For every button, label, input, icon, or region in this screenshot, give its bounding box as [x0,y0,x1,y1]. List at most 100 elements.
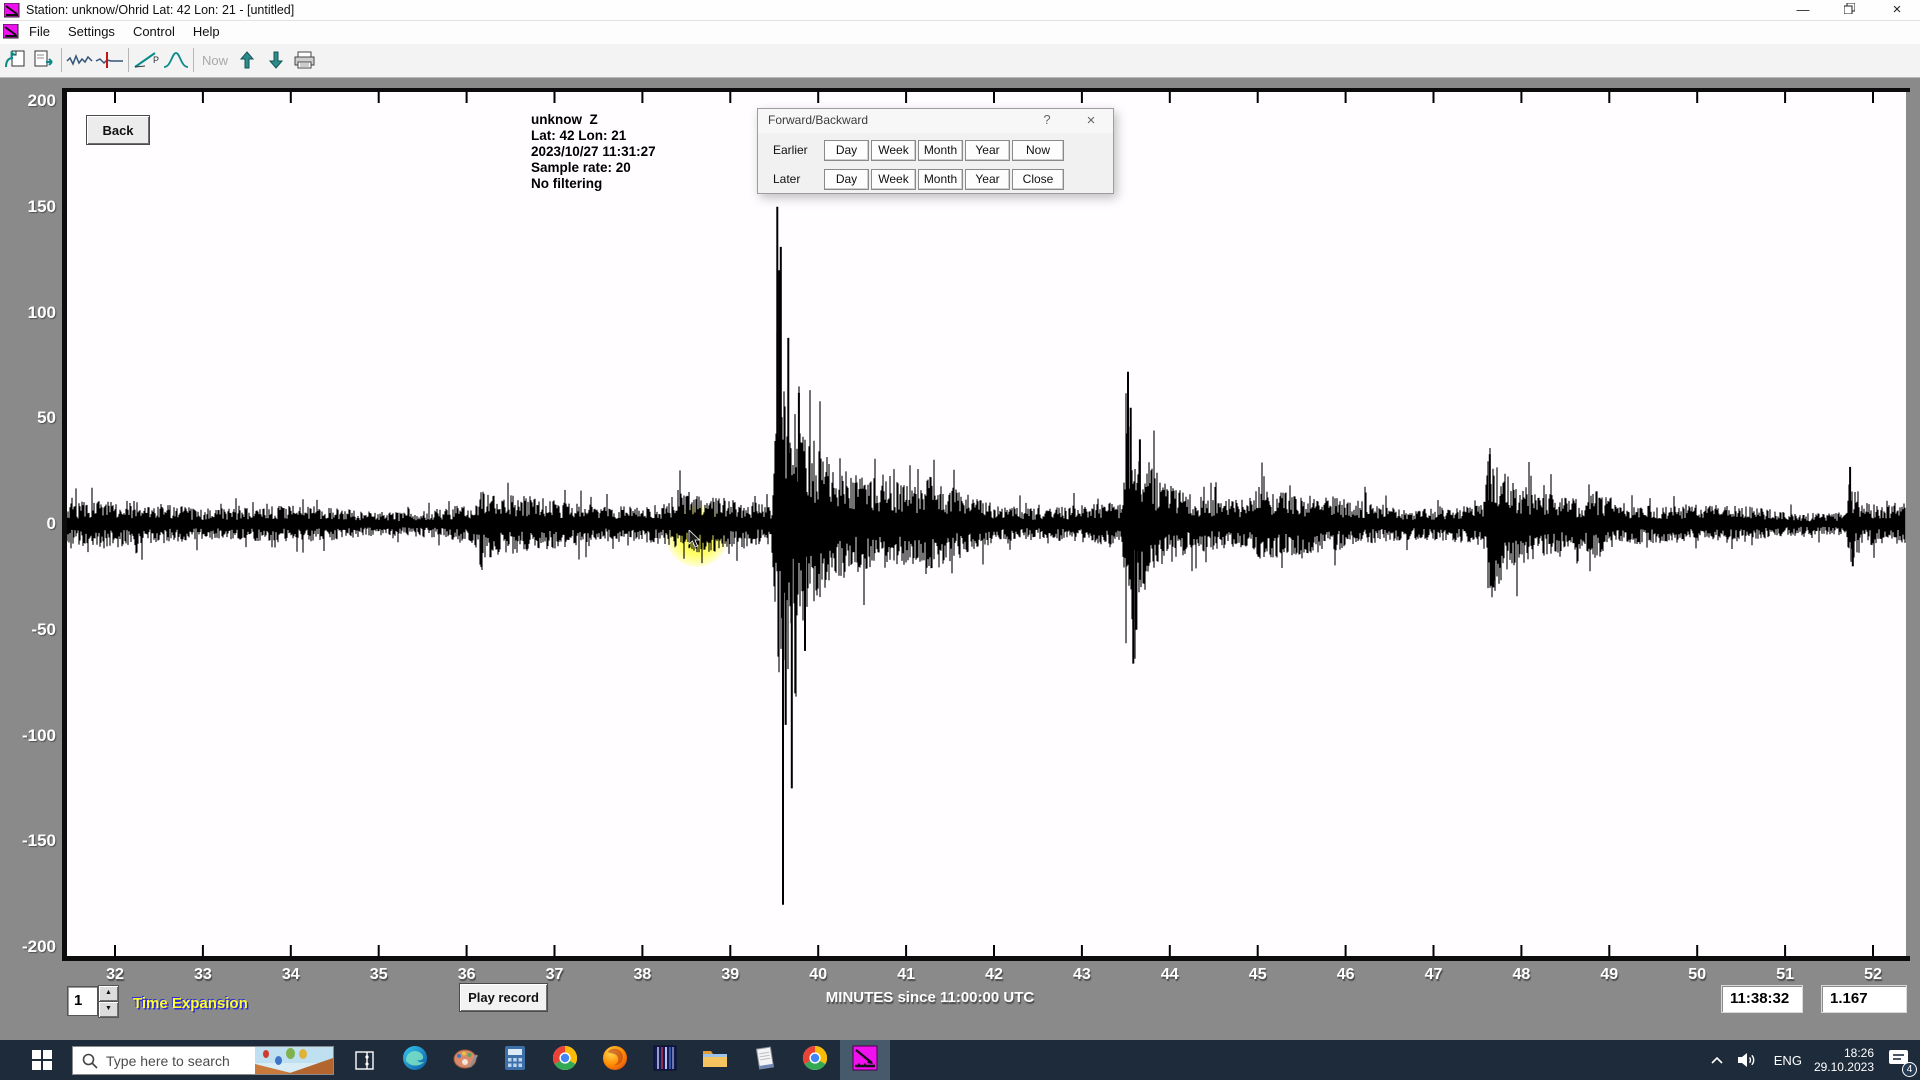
start-button[interactable] [18,1040,66,1080]
now-button-label: Now [198,53,232,68]
trace-info-line: No filtering [531,176,656,192]
dialog-button-earlier-week[interactable]: Week [871,140,916,161]
x-tick-label: 38 [633,966,651,984]
edge-taskbar-button[interactable] [390,1040,440,1080]
seismogram-app-taskbar-button[interactable] [840,1040,890,1080]
x-tick-label: 40 [809,966,827,984]
time-expansion-label: Time Expansion [133,995,248,1012]
menu-control[interactable]: Control [124,21,184,44]
now-button[interactable]: Now [198,46,232,74]
play-record-button[interactable]: Play record [460,984,547,1011]
chrome-icon [552,1045,578,1076]
calculator-taskbar-button[interactable] [490,1040,540,1080]
spinner-up-button[interactable]: ▲ [99,986,118,1001]
language-indicator[interactable]: ENG [1774,1053,1802,1068]
clock-time: 18:26 [1844,1046,1874,1060]
dialog-button-earlier-now[interactable]: Now [1012,140,1064,161]
clock[interactable]: 18:26 29.10.2023 [1814,1046,1874,1074]
dialog-help-button[interactable]: ? [1036,112,1058,127]
trace-info-block: unknow ZLat: 42 Lon: 212023/10/27 11:31:… [531,112,656,192]
menu-items: FileSettingsControlHelp [20,21,229,44]
time-expansion-value[interactable]: 1 [67,986,98,1016]
filter-icon[interactable] [162,46,190,74]
open-file-icon[interactable] [1,46,29,74]
window-title: Station: unknow/Ohrid Lat: 42 Lon: 21 - … [26,3,294,17]
firefox-taskbar-button[interactable] [590,1040,640,1080]
cursor-time-field[interactable]: 11:38:32 [1722,986,1802,1012]
toolbar: P Now [0,44,1920,78]
x-tick-label: 42 [985,966,1003,984]
x-tick-label: 36 [458,966,476,984]
zoom-phase-icon[interactable]: P [133,46,161,74]
x-tick-label: 44 [1161,966,1179,984]
y-tick-label: -100 [4,726,56,746]
menu-help[interactable]: Help [184,21,229,44]
tray-chevron-icon[interactable] [1710,1056,1724,1065]
task-view-icon [355,1051,374,1070]
print-icon[interactable] [291,46,319,74]
notepad-icon [752,1045,778,1076]
time-axis-title: MINUTES since 11:00:00 UTC [826,989,1034,1006]
waveform-icon[interactable] [66,46,94,74]
export-file-icon[interactable] [30,46,58,74]
spinner-down-button[interactable]: ▼ [99,1002,118,1017]
x-tick-label: 32 [106,966,124,984]
dialog-button-later-close[interactable]: Close [1012,169,1064,190]
minimize-button[interactable]: — [1786,0,1820,21]
back-button[interactable]: Back [87,116,149,144]
file-explorer-taskbar-button[interactable] [690,1040,740,1080]
chrome-taskbar-button[interactable] [540,1040,590,1080]
notification-badge: 4 [1902,1062,1917,1077]
search-daily-image[interactable] [255,1047,333,1074]
scroll-down-icon[interactable] [262,46,290,74]
search-icon [82,1053,98,1069]
clock-date: 29.10.2023 [1814,1060,1874,1074]
dialog-button-later-week[interactable]: Week [871,169,916,190]
trace-info-line: unknow Z [531,112,656,128]
dialog-button-later-month[interactable]: Month [918,169,963,190]
menu-file[interactable]: File [20,21,59,44]
notification-center-button[interactable]: 4 [1888,1048,1910,1073]
y-tick-label: -200 [4,937,56,957]
taskbar-search-input[interactable]: Type here to search [72,1046,334,1075]
mdi-document-icon[interactable] [3,24,19,44]
paint-taskbar-button[interactable] [440,1040,490,1080]
chrome-2-taskbar-button[interactable] [790,1040,840,1080]
app-icon [4,3,20,23]
y-tick-label: 0 [4,514,56,534]
dialog-button-earlier-year[interactable]: Year [965,140,1010,161]
forward-backward-dialog: Forward/Backward ? × EarlierDayWeekMonth… [757,108,1114,194]
restore-button[interactable] [1832,0,1866,21]
speaker-icon[interactable] [1736,1051,1756,1069]
menu-settings[interactable]: Settings [59,21,124,44]
close-button[interactable]: × [1880,0,1914,21]
x-tick-label: 37 [546,966,564,984]
system-tray: ENG 18:26 29.10.2023 4 [1704,1040,1920,1080]
pick-phase-icon[interactable] [95,46,125,74]
helicorder-taskbar-button[interactable] [640,1040,690,1080]
toolbar-separator [193,48,194,72]
dialog-button-earlier-day[interactable]: Day [824,140,869,161]
svg-text:P: P [153,55,159,65]
firefox-icon [602,1045,628,1076]
dialog-button-earlier-month[interactable]: Month [918,140,963,161]
x-tick-label: 46 [1337,966,1355,984]
trace-info-line: Sample rate: 20 [531,160,656,176]
taskbar-pinned-apps [390,1040,890,1080]
cursor-value-field[interactable]: 1.167 [1822,986,1906,1012]
dialog-close-icon[interactable]: × [1080,112,1102,129]
chrome-icon-2 [802,1045,828,1076]
notepad-taskbar-button[interactable] [740,1040,790,1080]
x-tick-label: 51 [1776,966,1794,984]
dialog-button-later-day[interactable]: Day [824,169,869,190]
seismogram-plot-area[interactable] [67,92,1906,956]
toolbar-separator [61,48,62,72]
trace-info-line: Lat: 42 Lon: 21 [531,128,656,144]
helicorder-icon [653,1045,677,1076]
y-tick-label: 100 [4,303,56,323]
scroll-up-icon[interactable] [233,46,261,74]
x-tick-label: 39 [721,966,739,984]
dialog-button-later-year[interactable]: Year [965,169,1010,190]
window-titlebar: Station: unknow/Ohrid Lat: 42 Lon: 21 - … [0,0,1920,21]
task-view-button[interactable] [342,1040,386,1080]
